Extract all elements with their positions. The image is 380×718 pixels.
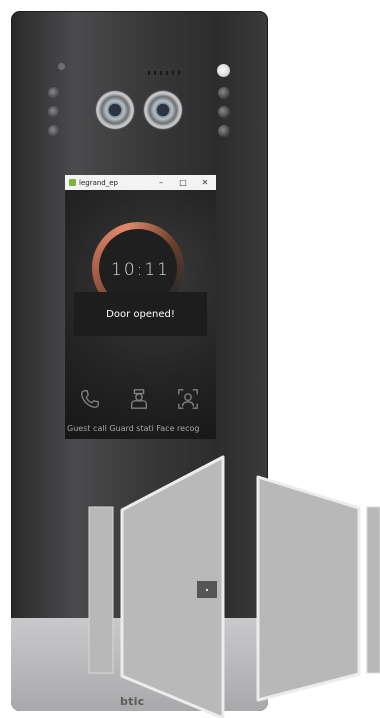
door-frame-right <box>366 506 380 674</box>
door-leaf-closed <box>256 475 361 702</box>
door-frame-left <box>88 506 114 674</box>
door-illustration <box>88 455 380 718</box>
